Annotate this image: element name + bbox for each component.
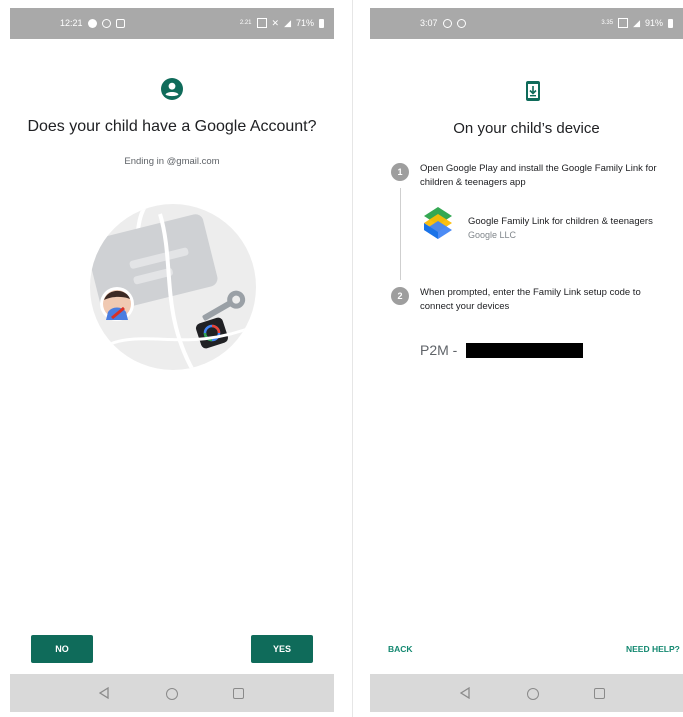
nav-home-icon[interactable] xyxy=(527,688,539,700)
status-bar: 12:21 2.21 ✕ ◢ 71% xyxy=(10,8,334,39)
app-name: Google Family Link for children & teenag… xyxy=(468,216,653,227)
page-title: Does your child have a Google Account? xyxy=(27,118,317,135)
nfc-icon xyxy=(256,18,267,28)
setup-code-prefix: P2M - xyxy=(420,342,458,358)
facebook-icon xyxy=(87,18,97,28)
status-time: 3:07 xyxy=(420,18,438,28)
step-text-1: Open Google Play and install the Google … xyxy=(420,163,657,188)
screen-divider xyxy=(352,0,353,717)
nav-back-icon[interactable] xyxy=(460,687,470,699)
left-phone-screen: 12:21 2.21 ✕ ◢ 71% Does your child have … xyxy=(10,8,334,712)
account-circle-icon xyxy=(161,78,183,100)
device-download-icon xyxy=(526,81,540,101)
network-speed: 3.35 xyxy=(601,20,614,26)
navigation-bar xyxy=(370,674,683,712)
step-text-2: When prompted, enter the Family Link set… xyxy=(420,287,641,312)
battery-icon xyxy=(668,18,673,28)
status-time: 12:21 xyxy=(60,18,83,28)
timer-icon xyxy=(101,18,111,28)
nav-back-icon[interactable] xyxy=(99,687,109,699)
nfc-icon xyxy=(618,18,629,28)
navigation-bar xyxy=(10,674,334,712)
account-illustration xyxy=(90,204,256,370)
battery-icon xyxy=(319,18,324,28)
instagram-icon xyxy=(115,18,125,28)
need-help-link[interactable]: NEED HELP? xyxy=(626,644,680,654)
yes-button[interactable]: YES xyxy=(251,635,313,663)
nav-recent-icon[interactable] xyxy=(594,688,605,699)
setup-code-redacted xyxy=(466,343,583,358)
no-button[interactable]: NO xyxy=(31,635,93,663)
signal-icon: ◢ xyxy=(633,18,640,28)
mute-icon: ✕ xyxy=(271,18,280,28)
status-bar: 3:07 3.35 ◢ 91% xyxy=(370,8,683,39)
nav-home-icon[interactable] xyxy=(166,688,178,700)
step-number-1: 1 xyxy=(391,163,409,181)
page-title: On your child’s device xyxy=(453,120,600,137)
timer-icon xyxy=(442,18,452,28)
battery-percent: 71% xyxy=(295,18,314,28)
battery-percent: 91% xyxy=(644,18,663,28)
account-hint: Ending in @gmail.com xyxy=(124,156,220,167)
family-link-logo xyxy=(424,207,452,239)
steps-connector xyxy=(400,188,401,280)
whatsapp-icon xyxy=(456,18,466,28)
signal-icon: ◢ xyxy=(284,18,291,28)
app-developer: Google LLC xyxy=(468,230,517,240)
step-number-2: 2 xyxy=(391,287,409,305)
nav-recent-icon[interactable] xyxy=(233,688,244,699)
right-phone-screen: 3:07 3.35 ◢ 91% On your child’s device 1… xyxy=(370,8,683,712)
back-link[interactable]: BACK xyxy=(388,644,413,654)
network-speed: 2.21 xyxy=(239,20,252,26)
